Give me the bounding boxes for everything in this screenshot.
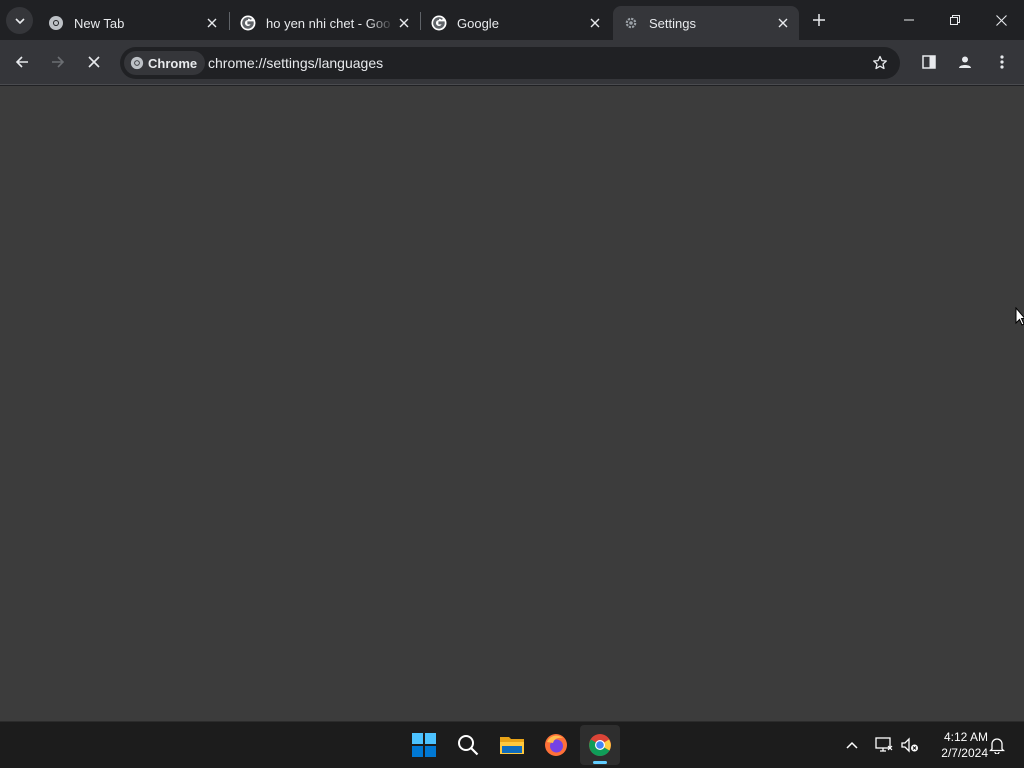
- tab-google-search[interactable]: ho yen nhi chet - Goo: [230, 6, 420, 40]
- file-explorer-icon: [500, 737, 524, 754]
- more-vert-icon: [1000, 55, 1004, 69]
- browser-toolbar: Chrome chrome://settings/languages: [0, 40, 1024, 85]
- firefox-button[interactable]: [536, 725, 576, 765]
- forward-button[interactable]: [44, 48, 72, 76]
- volume-muted-icon: [901, 737, 918, 753]
- google-icon: [240, 15, 256, 31]
- network-status-button[interactable]: [870, 730, 898, 760]
- side-panel-button[interactable]: [915, 48, 943, 76]
- chevron-up-icon: [846, 741, 858, 749]
- chrome-taskbar-button[interactable]: [580, 725, 620, 765]
- minimize-button[interactable]: [886, 0, 932, 40]
- tab-title: Google: [457, 15, 499, 31]
- tab-new-tab[interactable]: New Tab: [38, 6, 228, 40]
- taskbar: 4:12 AM 2/7/2024: [0, 721, 1024, 768]
- chrome-icon: [130, 56, 144, 70]
- tab-settings[interactable]: Settings: [613, 6, 799, 40]
- clock-time: 4:12 AM: [943, 730, 988, 744]
- plus-icon: [813, 14, 825, 26]
- close-icon: [399, 18, 409, 28]
- windows-start-icon: [412, 733, 436, 757]
- chrome-menu-button[interactable]: [988, 48, 1016, 76]
- tab-close-button[interactable]: [202, 13, 222, 33]
- show-hidden-icons-button[interactable]: [838, 730, 866, 760]
- tab-search-button[interactable]: [6, 7, 33, 34]
- arrow-right-icon: [52, 56, 65, 68]
- active-app-indicator: [593, 761, 607, 764]
- bookmark-button[interactable]: [868, 51, 892, 75]
- stop-loading-button[interactable]: [80, 48, 108, 76]
- tab-close-button[interactable]: [394, 13, 414, 33]
- search-icon: [458, 735, 479, 756]
- notifications-button[interactable]: [983, 730, 1011, 760]
- page-content: [0, 86, 1024, 721]
- system-clock[interactable]: 4:12 AM 2/7/2024: [926, 729, 988, 761]
- file-explorer-button[interactable]: [492, 725, 532, 765]
- profile-icon: [959, 56, 971, 68]
- start-button[interactable]: [404, 725, 444, 765]
- tab-title: Settings: [649, 15, 696, 31]
- taskbar-search-button[interactable]: [448, 725, 488, 765]
- close-icon: [207, 18, 217, 28]
- close-icon: [778, 18, 788, 28]
- firefox-icon: [545, 734, 567, 756]
- star-icon: [873, 55, 887, 70]
- tab-close-button[interactable]: [773, 13, 793, 33]
- close-icon: [88, 56, 100, 68]
- close-icon: [995, 14, 1007, 26]
- side-panel-icon: [922, 55, 936, 69]
- tab-strip: New Tab ho yen nhi chet - Goo Google Set…: [0, 0, 1024, 40]
- tab-close-button[interactable]: [585, 13, 605, 33]
- clock-date: 2/7/2024: [941, 746, 988, 760]
- arrow-left-icon: [15, 56, 28, 68]
- volume-button[interactable]: [896, 730, 924, 760]
- google-icon: [431, 15, 447, 31]
- restore-icon: [950, 15, 960, 25]
- restore-button[interactable]: [932, 0, 978, 40]
- tab-title: New Tab: [74, 15, 125, 31]
- window-close-button[interactable]: [978, 0, 1024, 40]
- close-icon: [590, 18, 600, 28]
- profile-button[interactable]: [951, 48, 979, 76]
- bell-icon: [989, 737, 1005, 754]
- tab-google[interactable]: Google: [421, 6, 611, 40]
- url-text[interactable]: chrome://settings/languages: [208, 47, 383, 79]
- new-tab-button[interactable]: [807, 8, 831, 32]
- back-button[interactable]: [8, 48, 36, 76]
- chrome-icon: [589, 734, 611, 756]
- chrome-icon: [48, 15, 64, 31]
- site-chip-label: Chrome: [148, 55, 198, 71]
- tab-title: ho yen nhi chet - Goo: [266, 15, 391, 31]
- mouse-cursor-icon: [1015, 306, 1024, 332]
- address-bar[interactable]: Chrome chrome://settings/languages: [120, 47, 900, 79]
- chevron-down-icon: [14, 17, 25, 24]
- gear-icon: [623, 15, 639, 31]
- minimize-icon: [904, 19, 914, 21]
- network-icon: [875, 737, 893, 752]
- site-info-chip[interactable]: Chrome: [124, 51, 206, 75]
